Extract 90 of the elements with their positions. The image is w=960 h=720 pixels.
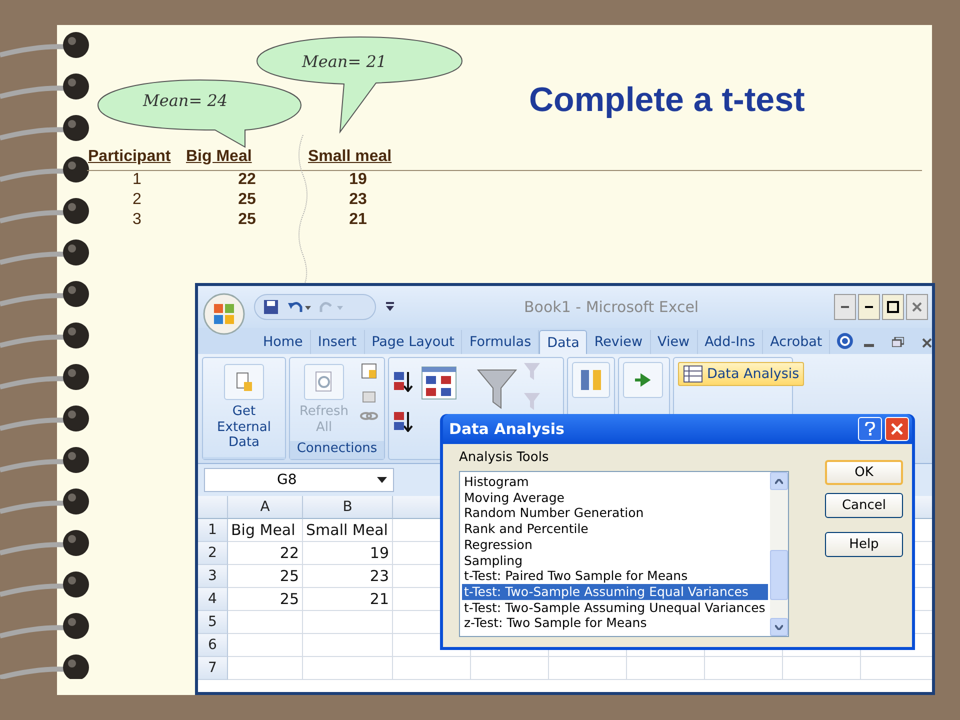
undo-icon[interactable]: [287, 299, 311, 315]
minimize-icon: [865, 306, 873, 308]
close-icon: [891, 423, 903, 435]
document-icon: [235, 372, 253, 392]
data-tools-button[interactable]: [572, 362, 610, 398]
minimize-button[interactable]: [858, 294, 880, 320]
scroll-up-button[interactable]: [770, 472, 788, 490]
dialog-title: Data Analysis: [449, 420, 566, 438]
row-header[interactable]: 2: [198, 542, 228, 565]
column-header[interactable]: B: [303, 496, 393, 519]
maximize-button[interactable]: [882, 294, 904, 320]
columns-icon: [579, 368, 603, 392]
dialog-button[interactable]: Help: [825, 532, 903, 557]
slide-title: Complete a t-test: [529, 81, 805, 120]
list-item[interactable]: Random Number Generation: [462, 505, 768, 522]
analysis-tools-list[interactable]: [459, 471, 789, 637]
table-cell: 23: [303, 565, 393, 588]
maximize-icon: [887, 301, 899, 313]
table-cell: 2: [132, 191, 142, 209]
row-header[interactable]: 4: [198, 588, 228, 611]
list-item[interactable]: Sampling: [462, 552, 768, 568]
arrow-icon: [633, 373, 653, 387]
name-box[interactable]: G8: [204, 468, 394, 492]
table-cell: 21: [303, 588, 393, 611]
list-label: Analysis Tools: [459, 450, 550, 465]
bubble-text: Mean= 24: [143, 91, 228, 110]
table-icon: [683, 365, 703, 383]
row-header[interactable]: 5: [198, 611, 228, 634]
table-cell: 3: [132, 211, 142, 229]
sort-ascending-icon[interactable]: [393, 370, 415, 392]
list-item[interactable]: z-Test: Two Sample for Means: [462, 615, 768, 632]
connections-icon[interactable]: [360, 362, 378, 380]
column-heading: Big Meal: [186, 148, 252, 166]
column-header[interactable]: A: [228, 496, 303, 519]
filter-icon[interactable]: [477, 368, 517, 410]
list-item[interactable]: Rank and Percentile: [462, 521, 768, 537]
table-cell: 21: [349, 211, 367, 229]
help-icon: [865, 422, 875, 436]
sort-icon[interactable]: [421, 366, 457, 400]
row-header[interactable]: 7: [198, 657, 228, 680]
table-cell: 25: [228, 588, 303, 611]
table-cell: Big Meal: [228, 519, 303, 542]
restore-icon[interactable]: [892, 337, 904, 347]
row-header[interactable]: 3: [198, 565, 228, 588]
customize-icon[interactable]: [386, 302, 394, 312]
minimize-icon[interactable]: [864, 344, 874, 347]
sort-descending-icon[interactable]: [393, 410, 415, 432]
column-heading: Small meal: [308, 148, 392, 166]
table-cell: 23: [349, 191, 367, 209]
help-button[interactable]: [858, 417, 882, 441]
dropdown-caret-icon[interactable]: [377, 477, 387, 483]
list-item[interactable]: t-Test: Two-Sample Assuming Equal Variances: [462, 584, 768, 600]
table-cell: 22: [228, 542, 303, 565]
save-icon[interactable]: [263, 299, 279, 315]
help-icon[interactable]: [836, 332, 854, 350]
table-cell: Small Meal: [303, 519, 393, 542]
table-cell: 25: [228, 565, 303, 588]
row-header[interactable]: 1: [198, 519, 228, 542]
table-cell: 25: [238, 211, 256, 229]
table-cell: 19: [303, 542, 393, 565]
table-cell: 1: [132, 171, 142, 189]
data-analysis-button[interactable]: Data Analysis: [678, 362, 804, 386]
get-external-data-button[interactable]: Get External Data: [207, 362, 281, 453]
ribbon-tab[interactable]: Data: [539, 330, 588, 354]
table-cell: 25: [238, 191, 256, 209]
close-icon[interactable]: [922, 338, 932, 348]
minimize-button[interactable]: [834, 294, 856, 320]
list-item[interactable]: Regression: [462, 536, 768, 553]
list-item[interactable]: t-Test: Paired Two Sample for Means: [462, 568, 768, 584]
row-header[interactable]: 6: [198, 634, 228, 657]
window-title: Book1 - Microsoft Excel: [524, 298, 699, 316]
scroll-down-button[interactable]: [770, 618, 788, 636]
outline-button[interactable]: [623, 362, 663, 398]
table-cell: 22: [238, 171, 256, 189]
list-item[interactable]: Histogram: [462, 474, 768, 490]
bubble-text: Mean= 21: [302, 52, 387, 71]
link-icon[interactable]: [360, 410, 378, 422]
list-item[interactable]: t-Test: Two-Sample Assuming Unequal Variances: [462, 600, 768, 616]
table-cell: 19: [349, 171, 367, 189]
scroll-thumb[interactable]: [770, 550, 788, 600]
close-icon: [912, 302, 922, 312]
column-heading: Participant: [88, 148, 171, 166]
close-button[interactable]: [906, 294, 928, 320]
group-label: Connections: [290, 441, 384, 459]
list-item[interactable]: Moving Average: [462, 490, 768, 506]
minimize-icon: [841, 306, 849, 308]
dialog-button[interactable]: Cancel: [825, 493, 903, 518]
cell-reference: G8: [277, 472, 297, 488]
scrollbar[interactable]: [770, 472, 788, 636]
dialog-button[interactable]: OK: [825, 460, 903, 485]
